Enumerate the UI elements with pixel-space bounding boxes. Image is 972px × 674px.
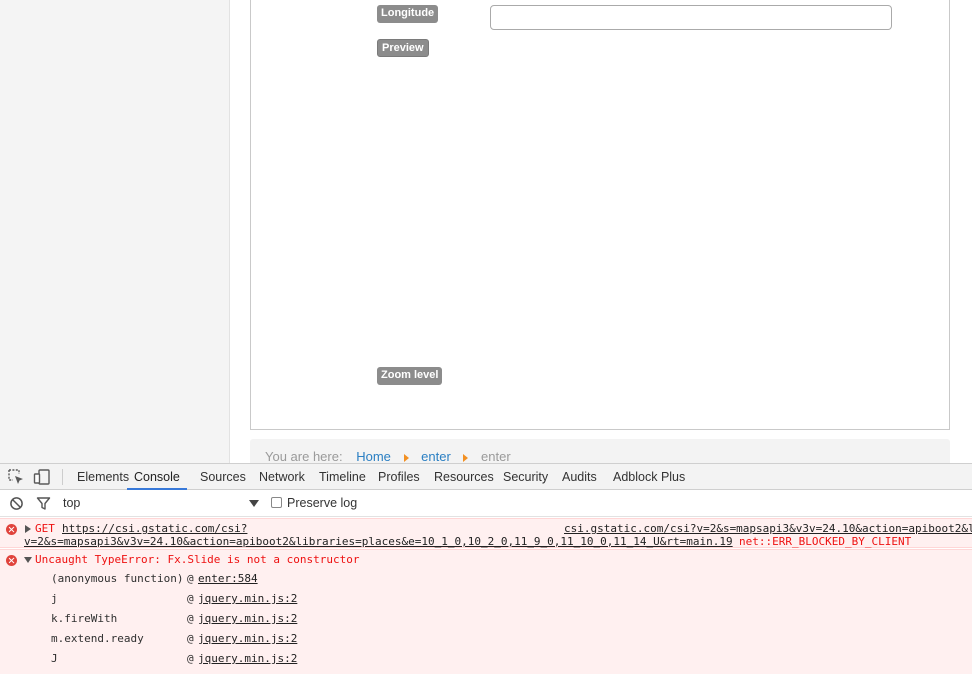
- preview-button[interactable]: Preview: [377, 39, 429, 57]
- breadcrumb-home-link[interactable]: Home: [356, 449, 391, 463]
- filter-icon[interactable]: [36, 496, 51, 511]
- collapse-arrow-icon[interactable]: [24, 557, 32, 563]
- longitude-label: Longitude: [377, 5, 439, 23]
- stack-frame-location-link[interactable]: jquery.min.js:2: [198, 632, 297, 645]
- stack-frame-location-link[interactable]: jquery.min.js:2: [198, 652, 297, 665]
- tab-audits[interactable]: Audits: [562, 464, 597, 490]
- devtools-toolbar: Elements Console Sources Network Timelin…: [0, 464, 972, 490]
- breadcrumb-separator-icon: [403, 454, 409, 462]
- stack-frame-function: j: [51, 592, 58, 605]
- request-method: GET: [35, 522, 55, 535]
- tab-profiles[interactable]: Profiles: [378, 464, 420, 490]
- stack-frame-location-link[interactable]: jquery.min.js:2: [198, 612, 297, 625]
- devtools-panel: Elements Console Sources Network Timelin…: [0, 463, 972, 674]
- tab-security[interactable]: Security: [503, 464, 548, 490]
- breadcrumb-current: enter: [481, 449, 511, 463]
- console-messages: GET https://csi.gstatic.com/csi? csi.gst…: [0, 518, 972, 674]
- tab-adblock-plus[interactable]: Adblock Plus: [613, 464, 685, 490]
- stack-frame-function: (anonymous function): [51, 572, 184, 585]
- stack-frame-function: m.extend.ready: [51, 632, 144, 645]
- tab-console[interactable]: Console: [127, 464, 187, 490]
- tab-resources[interactable]: Resources: [434, 464, 494, 490]
- request-status: net::ERR_BLOCKED_BY_CLIENT: [739, 535, 912, 548]
- stack-frame-at: @: [187, 632, 194, 645]
- zoom-level-label: Zoom level: [377, 367, 443, 385]
- request-url-continued[interactable]: v=2&s=mapsapi3&v3v=24.10&action=apiboot2…: [24, 535, 733, 548]
- expand-arrow-icon[interactable]: [25, 525, 31, 533]
- error-icon: [6, 524, 17, 535]
- breadcrumb: You are here: Home enter enter: [250, 439, 950, 463]
- error-message: Uncaught TypeError: Fx.Slide is not a co…: [35, 553, 360, 566]
- inspect-element-icon[interactable]: [7, 468, 25, 486]
- clear-console-icon[interactable]: [9, 496, 24, 511]
- execution-context-select[interactable]: top: [63, 490, 263, 517]
- stack-frame-at: @: [187, 612, 194, 625]
- web-page: Longitude Preview Zoom level You are her…: [0, 0, 972, 463]
- left-sidebar: [0, 0, 230, 463]
- stack-frame-at: @: [187, 592, 194, 605]
- tab-network[interactable]: Network: [259, 464, 305, 490]
- stack-frame-location-link[interactable]: jquery.min.js:2: [198, 592, 297, 605]
- request-source-link[interactable]: csi.gstatic.com/csi?v=2&s=mapsapi3&v3v=2…: [564, 522, 972, 535]
- device-toolbar-icon[interactable]: [33, 468, 51, 486]
- stack-frame-location-link[interactable]: enter:584: [198, 572, 258, 585]
- preserve-log-label: Preserve log: [287, 496, 358, 510]
- tab-elements[interactable]: Elements: [77, 464, 129, 490]
- tab-sources[interactable]: Sources: [200, 464, 246, 490]
- preserve-log-option[interactable]: Preserve log: [271, 490, 357, 517]
- error-icon: [6, 555, 17, 566]
- map-settings-panel: Longitude Preview Zoom level: [250, 0, 950, 430]
- breadcrumb-separator-icon: [463, 454, 469, 462]
- tab-timeline[interactable]: Timeline: [319, 464, 366, 490]
- stack-frame-function: k.fireWith: [51, 612, 118, 625]
- breadcrumb-prefix: You are here:: [265, 449, 343, 463]
- longitude-input[interactable]: [490, 5, 892, 30]
- preserve-log-checkbox[interactable]: [271, 497, 282, 508]
- console-error-message: GET https://csi.gstatic.com/csi? csi.gst…: [0, 518, 972, 548]
- toolbar-divider: [62, 469, 63, 485]
- stack-frame-at: @: [187, 572, 194, 585]
- stack-frame-function: J: [51, 652, 58, 665]
- console-error-message: Uncaught TypeError: Fx.Slide is not a co…: [0, 549, 972, 674]
- chevron-down-icon[interactable]: [249, 500, 259, 507]
- breadcrumb-enter-link[interactable]: enter: [421, 449, 451, 463]
- stack-frame-at: @: [187, 652, 194, 665]
- request-url-link[interactable]: https://csi.gstatic.com/csi?: [62, 522, 247, 535]
- console-filter-bar: top Preserve log: [0, 490, 972, 517]
